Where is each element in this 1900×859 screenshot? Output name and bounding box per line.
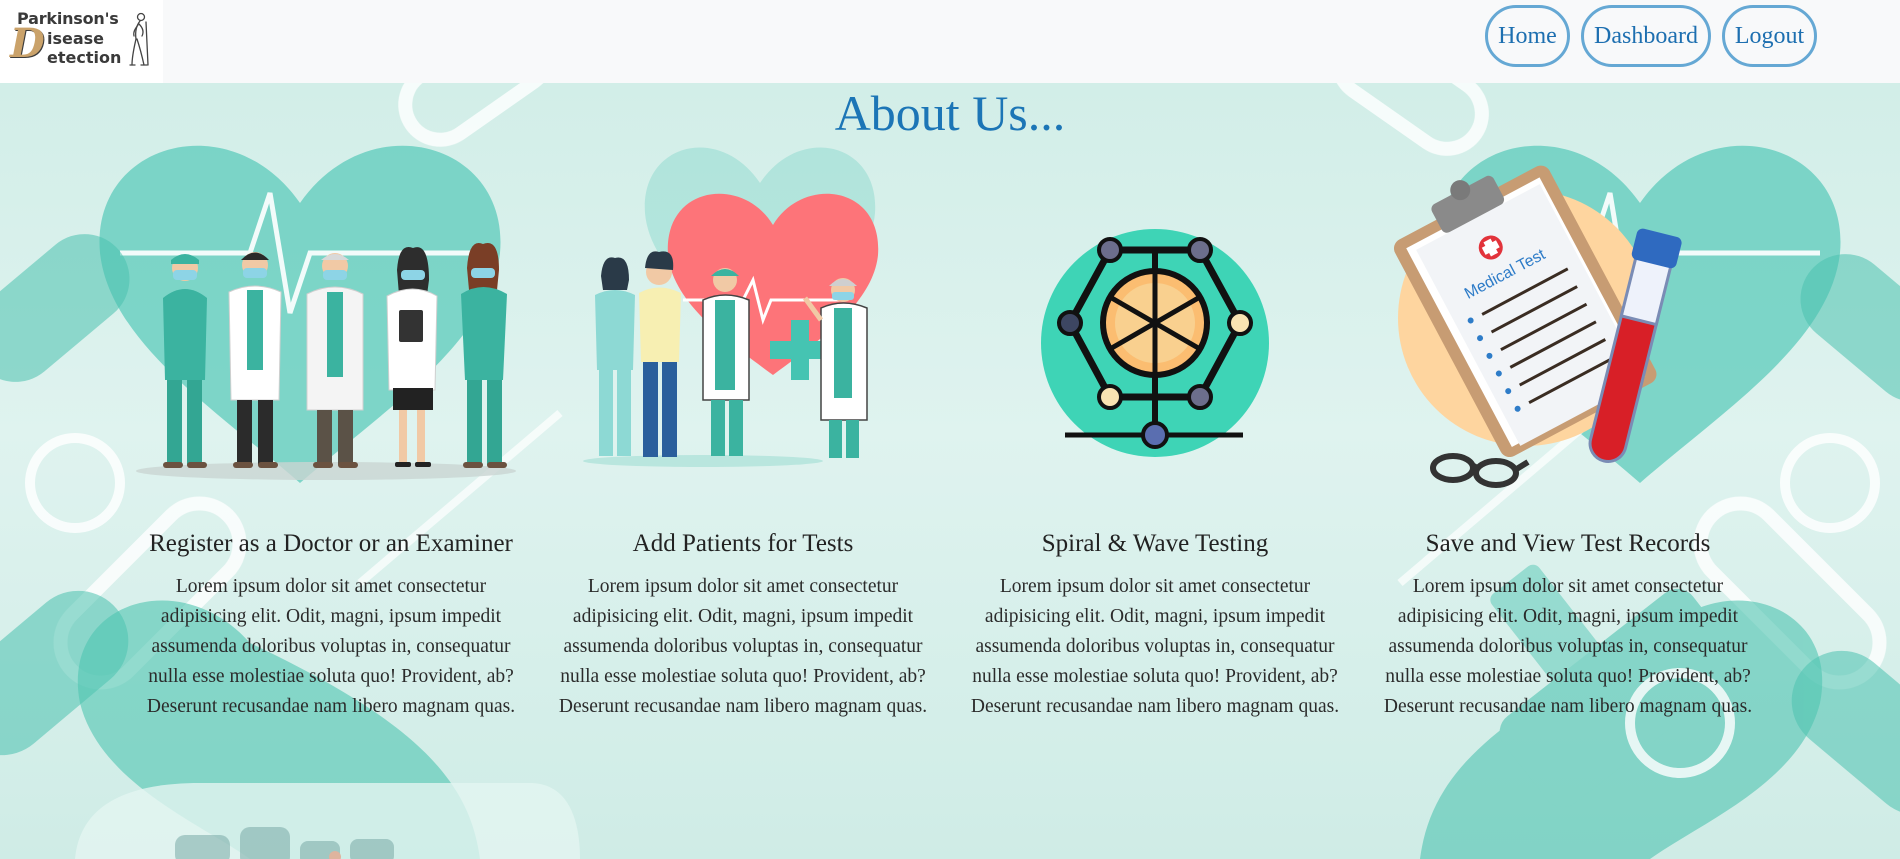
logo-line-3: etection	[47, 48, 122, 67]
card-description: Lorem ipsum dolor sit amet consectetur a…	[970, 576, 1340, 717]
walking-figure-icon	[129, 12, 149, 66]
medical-clipboard-illustration: Medical Test	[1368, 130, 1768, 510]
feature-card-add-patients: Add Patients for Tests Lorem ipsum dolor…	[543, 130, 943, 717]
card-heading: Register as a Doctor or an Examiner	[149, 530, 513, 557]
patient-care-illustration	[543, 130, 943, 510]
feature-card-spiral-wave: Spiral & Wave Testing Lorem ipsum dolor …	[955, 130, 1355, 717]
feature-card-test-records: Medical Test Save and View Test Records …	[1368, 130, 1768, 717]
spiral-network-icon	[955, 130, 1355, 510]
logo-big-letter: D	[10, 20, 45, 67]
card-heading: Spiral & Wave Testing	[1041, 530, 1269, 557]
main-nav: Home Dashboard Logout	[1485, 5, 1817, 67]
top-navbar: Parkinson's D isease etection Home Dashb…	[0, 0, 1900, 83]
nav-logout-button[interactable]: Logout	[1722, 5, 1817, 67]
site-logo[interactable]: Parkinson's D isease etection	[0, 0, 163, 83]
nav-home-button[interactable]: Home	[1485, 5, 1570, 67]
nav-dashboard-button[interactable]: Dashboard	[1581, 5, 1711, 67]
card-description: Lorem ipsum dolor sit amet consectetur a…	[558, 576, 928, 717]
feature-card-register: Register as a Doctor or an Examiner Lore…	[131, 130, 531, 717]
card-heading: Save and View Test Records	[1425, 530, 1711, 557]
card-description: Lorem ipsum dolor sit amet consectetur a…	[146, 576, 516, 717]
doctors-group-illustration	[131, 130, 531, 510]
card-description: Lorem ipsum dolor sit amet consectetur a…	[1383, 576, 1753, 717]
card-heading: Add Patients for Tests	[632, 530, 854, 557]
logo-line-2: isease	[47, 29, 105, 48]
